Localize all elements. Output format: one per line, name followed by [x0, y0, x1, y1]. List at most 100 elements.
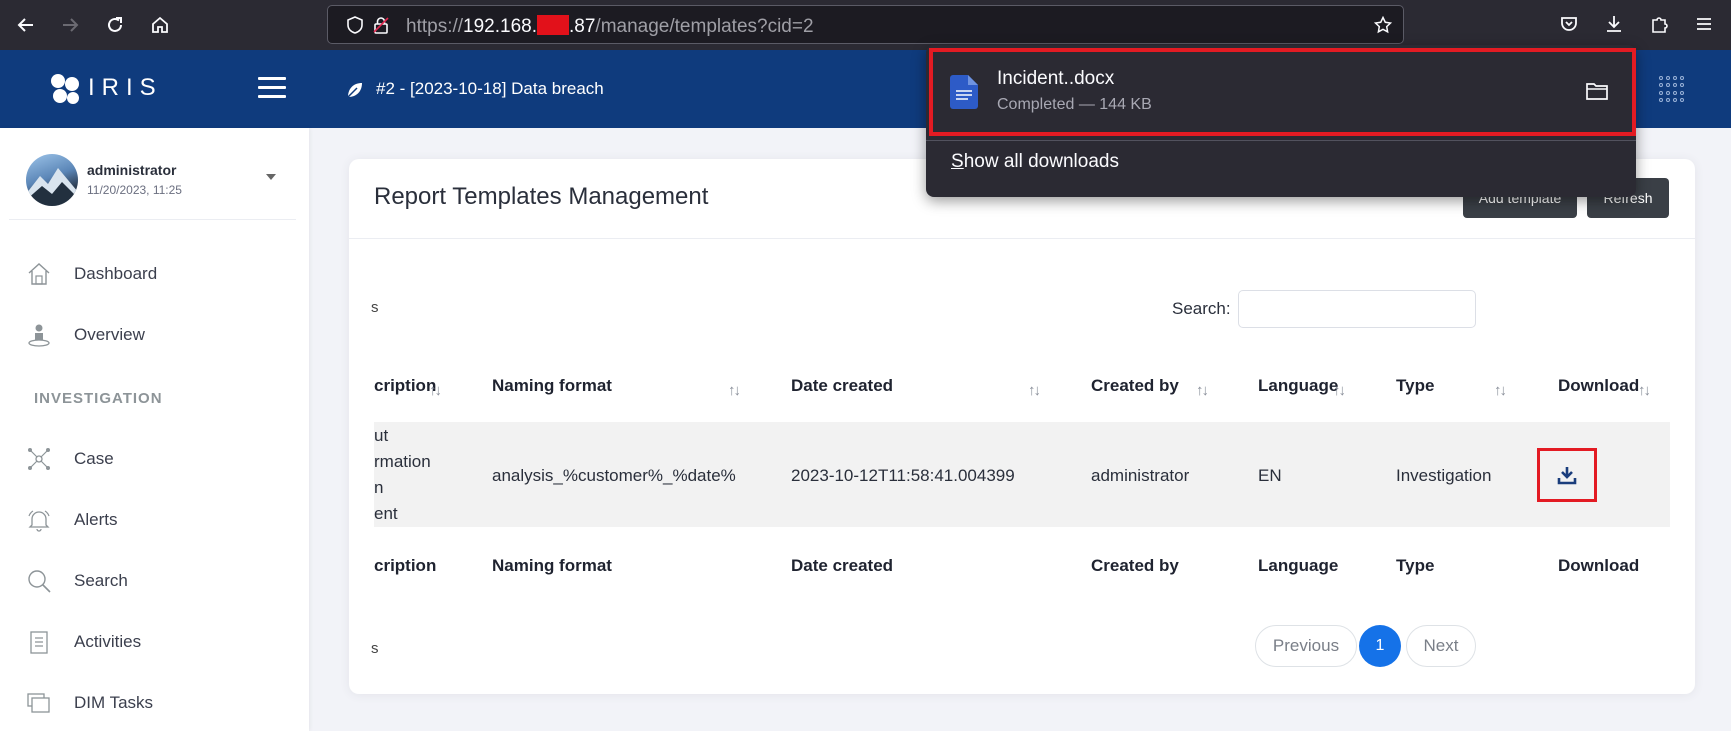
footer-header-created-by: Created by — [1091, 556, 1179, 575]
word-document-icon — [950, 75, 978, 109]
user-name[interactable]: administrator — [87, 162, 176, 178]
sort-icon[interactable]: ↑↓ — [1028, 382, 1041, 399]
bell-icon — [28, 510, 50, 532]
divider — [926, 140, 1636, 141]
footer-header-description: cription — [374, 556, 437, 575]
divider — [9, 219, 296, 220]
search-icon — [28, 570, 51, 593]
footer-header-language: Language — [1258, 556, 1339, 575]
column-header-created-by[interactable]: Created by — [1091, 376, 1179, 396]
sidebar-item-search[interactable]: Search — [0, 560, 309, 600]
sidebar-item-label: Overview — [74, 325, 145, 344]
browser-toolbar: https://192.168. .87/manage/templates?cid… — [0, 0, 1731, 50]
user-date: 11/20/2023, 11:25 — [87, 183, 182, 197]
iris-logo[interactable] — [48, 71, 84, 107]
sidebar-item-case[interactable]: Case — [0, 438, 309, 478]
forward-button[interactable] — [53, 8, 87, 42]
lock-warning-icon[interactable] — [372, 16, 390, 34]
description-line: n — [374, 478, 384, 497]
sidebar-item-label: Dashboard — [74, 264, 158, 283]
column-header-naming-format[interactable]: Naming format — [492, 376, 612, 396]
sort-icon[interactable]: ↑↓ — [1196, 382, 1209, 399]
sidebar-item-label: Search — [74, 571, 128, 590]
apps-grid-icon[interactable] — [1659, 76, 1685, 102]
menu-button[interactable] — [1692, 12, 1716, 36]
sidebar-toggle-button[interactable] — [258, 77, 286, 99]
overview-icon — [28, 324, 50, 347]
cell-created-by: administrator — [1091, 466, 1190, 485]
section-title-investigation: INVESTIGATION — [34, 390, 163, 407]
table-info-label: s — [371, 640, 379, 657]
logo-text: IRIS — [88, 74, 163, 101]
table-length-label: s — [371, 299, 379, 316]
sidebar-item-dashboard[interactable]: Dashboard — [0, 253, 309, 293]
pagination-page-1[interactable]: 1 — [1359, 625, 1401, 667]
folder-icon[interactable] — [1586, 81, 1608, 101]
hamburger-menu-icon — [1697, 18, 1711, 30]
redaction-box — [537, 15, 569, 35]
search-label: Search: — [1172, 299, 1231, 318]
avatar[interactable] — [26, 154, 78, 206]
divider — [349, 238, 1695, 239]
column-header-date-created[interactable]: Date created — [791, 376, 893, 396]
sort-icon[interactable]: ↑↓ — [1494, 382, 1507, 399]
download-filename[interactable]: Incident..docx — [997, 68, 1114, 90]
page-title: Report Templates Management — [374, 183, 709, 210]
show-all-downloads-link[interactable]: Show all downloads — [951, 151, 1119, 173]
reload-icon — [108, 17, 122, 32]
download-icon[interactable] — [1557, 465, 1577, 485]
home-icon — [152, 16, 168, 33]
sort-icon[interactable]: ↑↓ — [728, 382, 741, 399]
url-text[interactable]: https://192.168. .87/manage/templates?cid… — [406, 15, 814, 38]
cell-language: EN — [1258, 466, 1282, 485]
column-header-description[interactable]: cription — [374, 376, 436, 396]
shield-icon[interactable] — [346, 16, 364, 34]
cell-date-created: 2023-10-12T11:58:41.004399 — [791, 466, 1015, 485]
downloads-button[interactable] — [1602, 12, 1626, 36]
description-line: rmation — [374, 452, 431, 471]
user-menu-caret-icon[interactable] — [266, 174, 276, 180]
bookmark-star-icon[interactable] — [1374, 16, 1392, 34]
pagination-previous[interactable]: Previous — [1255, 625, 1357, 667]
sidebar-item-label: Case — [74, 449, 114, 468]
column-header-language[interactable]: Language — [1258, 376, 1338, 396]
pocket-button[interactable] — [1557, 12, 1581, 36]
download-status: Completed — 144 KB — [997, 96, 1152, 113]
sidebar-item-dim-tasks[interactable]: DIM Tasks — [0, 682, 309, 722]
footer-header-download: Download — [1558, 556, 1640, 575]
back-button[interactable] — [9, 8, 43, 42]
url-bar[interactable]: https://192.168. .87/manage/templates?cid… — [327, 5, 1404, 44]
case-network-icon — [28, 448, 50, 470]
download-arrow-icon — [1607, 16, 1621, 32]
stacked-windows-icon — [27, 693, 50, 713]
footer-header-naming-format: Naming format — [492, 556, 612, 575]
column-header-download[interactable]: Download — [1558, 376, 1639, 396]
leaf-icon — [347, 83, 362, 98]
search-input[interactable] — [1238, 290, 1476, 328]
sidebar-item-overview[interactable]: Overview — [0, 314, 309, 354]
sidebar-item-label: DIM Tasks — [74, 693, 154, 712]
sort-icon[interactable]: ↑↓ — [1638, 382, 1651, 399]
arrow-right-icon — [63, 18, 79, 32]
sort-icon[interactable]: ↑↓ — [1333, 382, 1346, 399]
sort-icon[interactable]: ↑↓ — [429, 382, 442, 399]
clipboard-icon — [30, 631, 48, 654]
footer-header-type: Type — [1396, 556, 1435, 575]
sidebar-item-activities[interactable]: Activities — [0, 621, 309, 661]
downloads-panel: Incident..docx Completed — 144 KB Show a… — [926, 45, 1636, 197]
column-header-type[interactable]: Type — [1396, 376, 1434, 396]
home-icon — [28, 263, 50, 285]
description-line: ut — [374, 426, 389, 445]
reload-button[interactable] — [98, 8, 132, 42]
pagination-next[interactable]: Next — [1406, 625, 1476, 667]
footer-header-date-created: Date created — [791, 556, 894, 575]
sidebar-item-label: Activities — [74, 632, 142, 651]
sidebar-item-label: Alerts — [74, 510, 118, 529]
sidebar-item-alerts[interactable]: Alerts — [0, 499, 309, 539]
case-title[interactable]: #2 - [2023-10-18] Data breach — [376, 79, 604, 99]
home-button[interactable] — [143, 8, 177, 42]
arrow-left-icon — [17, 18, 33, 32]
extensions-button[interactable] — [1647, 12, 1671, 36]
puzzle-icon — [1652, 17, 1668, 33]
download-item[interactable] — [929, 48, 1636, 136]
